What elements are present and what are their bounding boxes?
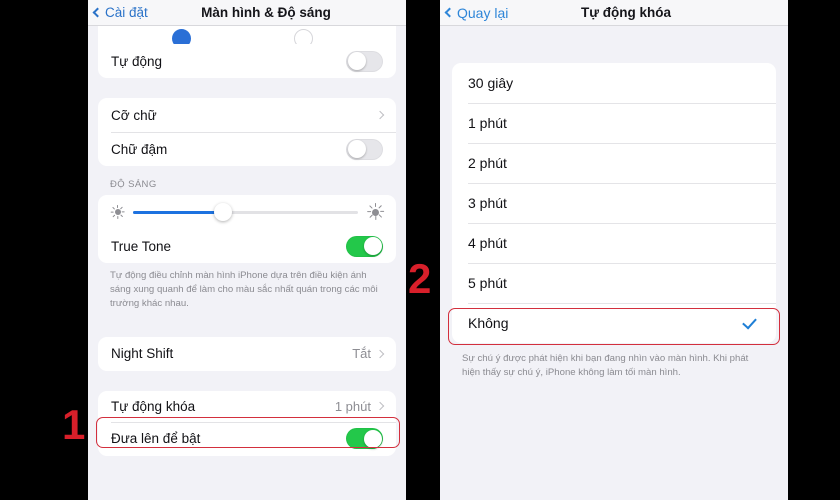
true-tone-label: True Tone: [111, 238, 172, 254]
screenshot-stage: Cài đặt Màn hình & Độ sáng Tự động Cỡ ch…: [0, 0, 840, 500]
auto-label: Tự động: [111, 53, 163, 69]
toggle-knob: [347, 52, 366, 70]
left-back-button[interactable]: Cài đặt: [92, 5, 148, 20]
chevron-left-icon: [444, 7, 455, 18]
brightness-slider-track[interactable]: [133, 203, 358, 221]
row-night-shift[interactable]: Night Shift Tắt: [98, 337, 396, 371]
bold-text-label: Chữ đậm: [111, 141, 168, 157]
true-tone-toggle[interactable]: [346, 235, 383, 257]
auto-lock-options-list: 30 giây 1 phút 2 phút 3 phút 4 phút 5 phút Khô…: [452, 63, 776, 343]
chevron-right-icon: [375, 349, 385, 358]
row-auto[interactable]: Tự động: [98, 44, 396, 78]
left-navbar: Cài đặt Màn hình & Độ sáng: [88, 0, 406, 26]
auto-lock-option-row[interactable]: 1 phút: [452, 103, 776, 143]
toggle-knob: [363, 237, 382, 255]
appearance-dark-unselected-icon[interactable]: [294, 29, 313, 44]
brightness-slider-row[interactable]: [98, 195, 396, 229]
left-screen-body: Tự động Cỡ chữ Chữ đậm ĐỘ SÁNG True Tone…: [88, 26, 406, 456]
step-number-1: 1: [62, 401, 86, 448]
auto-lock-group: Tự động khóa 1 phút Đưa lên để bật: [98, 390, 396, 456]
row-bold-text[interactable]: Chữ đậm: [98, 132, 396, 166]
bold-text-toggle[interactable]: [346, 138, 383, 160]
right-navbar: Quay lại Tự động khóa: [440, 0, 788, 26]
auto-lock-value: 1 phút: [334, 398, 371, 414]
appearance-light-selected-icon[interactable]: [172, 29, 191, 44]
toggle-knob: [347, 140, 366, 158]
sun-small-icon: [110, 205, 125, 219]
right-phone-screen: Quay lại Tự động khóa 30 giây 1 phút 2 phú…: [440, 0, 788, 500]
brightness-group: True Tone: [98, 195, 396, 263]
chevron-right-icon: [375, 110, 385, 120]
auto-lock-option-row[interactable]: 5 phút: [452, 263, 776, 303]
night-shift-label: Night Shift: [111, 346, 174, 362]
right-screen-body: 30 giây 1 phút 2 phút 3 phút 4 phút 5 phút Khô…: [440, 26, 788, 380]
left-phone-screen: Cài đặt Màn hình & Độ sáng Tự động Cỡ ch…: [88, 0, 406, 500]
auto-lock-option-row[interactable]: Không: [452, 303, 776, 343]
auto-lock-option-row[interactable]: 30 giây: [452, 63, 776, 103]
auto-lock-option-label: Không: [468, 315, 509, 331]
step-number-2: 2: [408, 255, 432, 302]
brightness-slider-knob[interactable]: [214, 203, 232, 221]
auto-lock-label: Tự động khóa: [111, 398, 196, 414]
auto-lock-option-label: 1 phút: [468, 115, 507, 131]
auto-lock-option-label: 30 giây: [468, 75, 514, 91]
auto-lock-option-row[interactable]: 3 phút: [452, 183, 776, 223]
night-shift-value: Tắt: [352, 346, 371, 362]
auto-lock-option-label: 4 phút: [468, 235, 507, 251]
sun-large-icon: [366, 203, 384, 220]
raise-to-wake-label: Đưa lên để bật: [111, 431, 201, 447]
auto-lock-option-row[interactable]: 2 phút: [452, 143, 776, 183]
right-back-button[interactable]: Quay lại: [444, 4, 509, 21]
appearance-options-partial[interactable]: [98, 26, 396, 44]
auto-appearance-group: Tự động: [98, 44, 396, 78]
row-raise-to-wake[interactable]: Đưa lên để bật: [98, 421, 396, 456]
brightness-section-header: ĐỘ SÁNG: [110, 179, 157, 190]
chevron-left-icon: [92, 7, 103, 18]
attention-note: Sự chú ý được phát hiện khi bạn đang nhì…: [462, 353, 749, 378]
left-back-label: Cài đặt: [105, 5, 148, 20]
row-auto-lock[interactable]: Tự động khóa 1 phút: [98, 391, 396, 422]
chevron-right-icon: [375, 401, 385, 411]
text-settings-group: Cỡ chữ Chữ đậm: [98, 98, 396, 166]
brightness-slider-fill: [133, 210, 223, 214]
auto-toggle[interactable]: [346, 50, 383, 72]
row-font-size[interactable]: Cỡ chữ: [98, 98, 396, 132]
auto-lock-option-label: 2 phút: [468, 155, 507, 171]
auto-lock-option-row[interactable]: 4 phút: [452, 223, 776, 263]
checkmark-icon: [742, 313, 757, 330]
raise-to-wake-toggle[interactable]: [346, 428, 383, 450]
toggle-knob: [363, 429, 382, 448]
right-back-label: Quay lại: [457, 4, 509, 21]
auto-lock-option-label: 3 phút: [468, 195, 507, 211]
font-size-label: Cỡ chữ: [111, 107, 157, 123]
night-shift-group: Night Shift Tắt: [98, 336, 396, 371]
auto-lock-option-label: 5 phút: [468, 275, 507, 291]
row-true-tone[interactable]: True Tone: [98, 229, 396, 263]
true-tone-note: Tự động điều chỉnh màn hình iPhone dựa t…: [110, 270, 378, 309]
